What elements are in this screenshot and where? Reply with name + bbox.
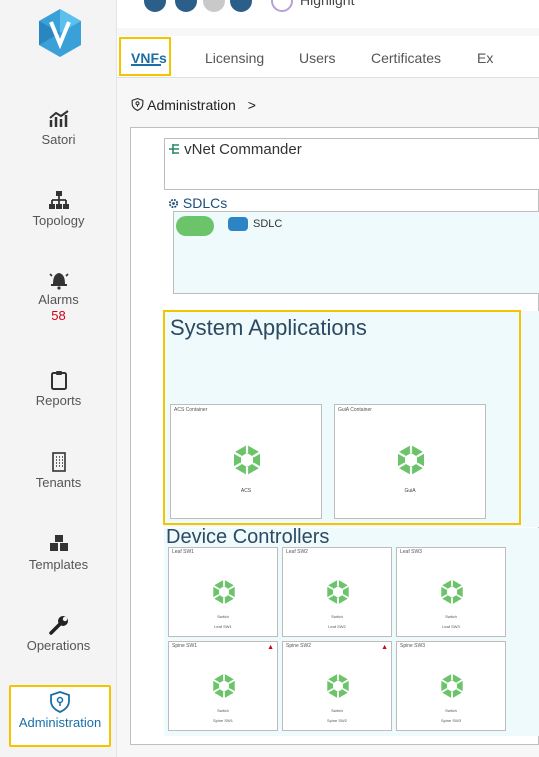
device-controller-card[interactable]: Spine SW1 ▲ Switch Spine SW1 [168,641,278,731]
device-controller-card[interactable]: Leaf SW3 Switch Leaf SW3 [396,547,506,637]
sidebar-item-administration[interactable]: Administration [9,691,111,730]
card-name: Spine SW2 [326,718,347,723]
sidebar: Satori Topology Alarms 58 Reports Tenant… [0,0,117,757]
vnet-commander-title: vNet Commander [168,141,302,158]
sidebar-item-alarms[interactable]: Alarms 58 [0,268,117,324]
gear-icon [168,198,179,209]
card-caption: Spine SW1 [172,643,198,649]
alarm-count-badge: 58 [51,308,66,323]
highlight-label[interactable]: Highlight [300,0,354,8]
sdlcs-section-title: SDLCs [168,195,227,211]
admin-tabs: VNFs Licensing Users Certificates Ex [117,36,539,78]
card-name: ACS [240,488,252,494]
system-applications-title: System Applications [170,315,367,340]
controller-status-icon [326,579,350,605]
sidebar-item-tenants[interactable]: Tenants [0,451,117,491]
controller-status-icon [212,673,236,699]
app-window: Satori Topology Alarms 58 Reports Tenant… [0,0,539,757]
card-name: GuiA [404,488,416,494]
shield-icon [131,97,144,112]
card-type: Switch [445,708,457,713]
top-toolbar: Highlight [117,0,539,26]
container-status-icon [397,445,425,475]
sdlc-status-pill[interactable] [176,216,214,236]
sidebar-item-satori[interactable]: Satori [0,108,117,148]
topology-icon [48,191,69,209]
sidebar-item-label: Templates [28,557,89,572]
sidebar-item-operations[interactable]: Operations [0,614,117,654]
card-caption: ACS Container [174,407,208,413]
controller-status-icon [212,579,236,605]
controller-status-icon [326,673,350,699]
card-caption: Leaf SW1 [172,549,194,555]
device-controller-card[interactable]: Spine SW3 Switch Spine SW3 [396,641,506,731]
card-name: Spine SW3 [440,718,461,723]
card-name: Spine SW1 [212,718,233,723]
share-icon[interactable] [175,0,197,12]
highlight-icon[interactable] [271,0,293,12]
breadcrumb-item-administration[interactable]: Administration [147,97,236,113]
vnet-commander-label: vNet Commander [184,141,302,158]
device-controller-card[interactable]: Spine SW2 ▲ Switch Spine SW2 [282,641,392,731]
alert-icon: ▲ [267,644,274,651]
guia-container-card[interactable]: GuiA Container GuiA [334,404,486,519]
card-caption: Spine SW3 [400,643,426,649]
toggle-icon[interactable] [203,0,225,12]
alert-icon: ▲ [381,644,388,651]
sidebar-item-label: Satori [41,132,76,147]
sidebar-item-label: Operations [26,638,91,653]
device-controller-card[interactable]: Leaf SW1 Switch Leaf SW1 [168,547,278,637]
satori-icon [48,110,69,127]
sidebar-item-label: Reports [35,393,82,408]
controller-status-icon [440,673,464,699]
sdlc-chip-label[interactable]: SDLC [253,218,282,230]
cubes-icon [49,535,68,551]
sidebar-item-reports[interactable]: Reports [0,369,117,409]
sidebar-item-topology[interactable]: Topology [0,189,117,229]
tab-highlight-box [119,37,171,76]
tab-users[interactable]: Users [299,50,336,66]
card-name: Leaf SW2 [328,624,346,629]
breadcrumb-separator: > [247,97,256,113]
tab-certificates[interactable]: Certificates [371,50,441,66]
card-name: Leaf SW3 [442,624,460,629]
tab-more[interactable]: Ex [477,50,493,66]
wrench-icon [48,616,68,635]
clipboard-icon [50,371,67,390]
card-type: Switch [217,708,229,713]
card-type: Switch [217,614,229,619]
card-type: Switch [331,708,343,713]
card-caption: Leaf SW3 [400,549,422,555]
card-type: Switch [445,614,457,619]
app-logo[interactable] [38,8,82,58]
globe-icon[interactable] [144,0,166,12]
acs-container-card[interactable]: ACS Container ACS [170,404,322,519]
building-icon [51,452,66,472]
card-caption: Leaf SW2 [286,549,308,555]
sidebar-item-label: Administration [18,715,102,730]
device-controller-card[interactable]: Leaf SW2 Switch Leaf SW2 [282,547,392,637]
card-caption: GuiA Container [338,407,372,413]
controller-status-icon [440,579,464,605]
help-icon[interactable] [230,0,252,12]
sidebar-item-label: Alarms [38,292,79,307]
sidebar-item-templates[interactable]: Templates [0,533,117,573]
card-name: Leaf SW1 [214,624,232,629]
container-status-icon [233,445,261,475]
breadcrumb: Administration > [131,97,256,113]
sidebar-item-label: Topology [32,213,85,228]
alarm-bell-icon [48,273,69,290]
card-caption: Spine SW2 [286,643,312,649]
card-type: Switch [331,614,343,619]
tab-licensing[interactable]: Licensing [205,50,264,66]
network-tree-icon [169,144,179,154]
sdlcs-label: SDLCs [182,195,228,211]
device-controllers-title: Device Controllers [166,526,330,548]
sidebar-item-label: Tenants [35,475,82,490]
sdlc-chip-icon[interactable] [228,217,248,231]
shield-icon [50,691,70,713]
